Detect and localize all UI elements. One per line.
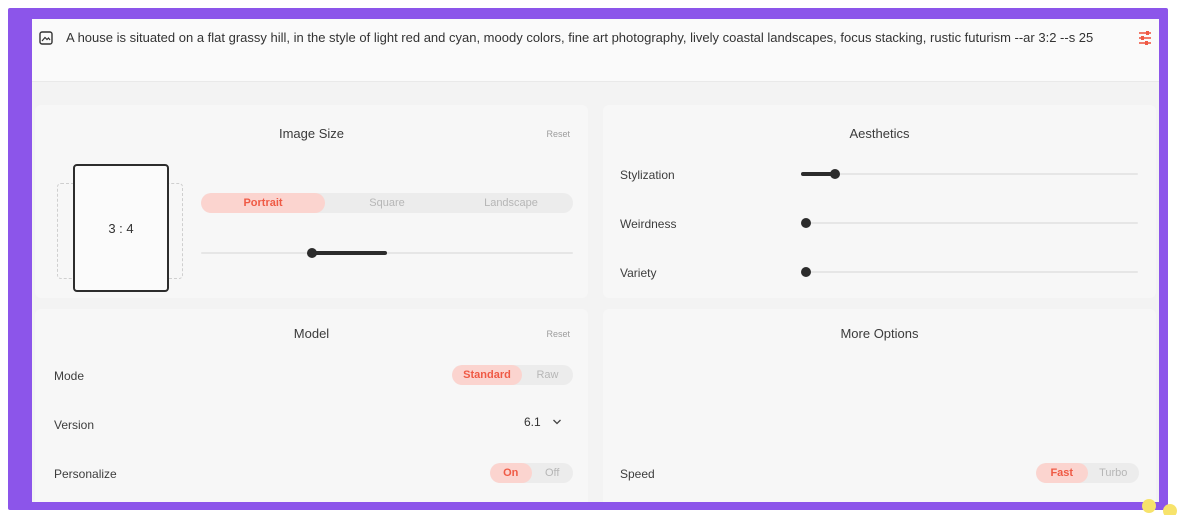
panel-title: Model	[293, 326, 330, 341]
more-options-panel: More Options Speed Fast Turbo	[603, 309, 1156, 502]
weirdness-handle[interactable]	[801, 218, 811, 228]
aesthetics-panel: Aesthetics Stylization Weirdness Variety	[603, 105, 1156, 298]
aspect-ratio-preview: 3 : 4	[73, 164, 169, 292]
settings-app: A house is situated on a flat grassy hil…	[32, 19, 1159, 502]
personalize-off[interactable]: Off	[532, 463, 574, 483]
speed-turbo[interactable]: Turbo	[1088, 463, 1140, 483]
variety-track[interactable]	[801, 271, 1138, 273]
personalize-on[interactable]: On	[490, 463, 532, 483]
aspect-ratio-label: 3 : 4	[108, 220, 134, 236]
version-label: Version	[54, 418, 95, 432]
orientation-square[interactable]: Square	[325, 193, 449, 213]
speed-fast[interactable]: Fast	[1036, 463, 1088, 483]
mode-selector: Standard Raw	[452, 365, 573, 385]
chevron-down-icon	[553, 419, 561, 425]
weirdness-label: Weirdness	[620, 217, 677, 231]
image-size-panel: Image Size Reset 3 : 4 Portrait Square L…	[35, 105, 588, 298]
ratio-slider-handle[interactable]	[307, 248, 317, 258]
reset-button[interactable]: Reset	[546, 129, 570, 139]
stylization-handle[interactable]	[830, 169, 840, 179]
sliders-icon[interactable]	[1137, 30, 1153, 46]
personalize-toggle: On Off	[490, 463, 573, 483]
mode-label: Mode	[54, 369, 85, 383]
prompt-text[interactable]: A house is situated on a flat grassy hil…	[66, 28, 1126, 47]
orientation-selector: Portrait Square Landscape	[201, 193, 573, 213]
image-icon	[39, 31, 53, 45]
ratio-slider-fill	[313, 251, 387, 255]
version-select[interactable]: 6.1	[524, 415, 562, 429]
reset-button[interactable]: Reset	[546, 329, 570, 339]
variety-handle[interactable]	[801, 267, 811, 277]
panel-title: Image Size	[278, 126, 345, 141]
panel-title: More Options	[840, 326, 919, 341]
mode-standard[interactable]: Standard	[452, 365, 522, 385]
orientation-landscape[interactable]: Landscape	[449, 193, 573, 213]
speed-toggle: Fast Turbo	[1036, 463, 1139, 483]
variety-label: Variety	[620, 266, 657, 280]
mode-raw[interactable]: Raw	[522, 365, 573, 385]
orientation-portrait[interactable]: Portrait	[201, 193, 325, 213]
version-value: 6.1	[524, 415, 541, 429]
speed-label: Speed	[620, 467, 655, 481]
stylization-track[interactable]	[801, 173, 1138, 175]
model-panel: Model Reset Mode Standard Raw Version 6.…	[35, 309, 588, 502]
ratio-slider-track[interactable]	[201, 252, 573, 254]
prompt-bar: A house is situated on a flat grassy hil…	[32, 19, 1159, 82]
stylization-label: Stylization	[620, 168, 675, 182]
panel-title: Aesthetics	[849, 126, 910, 141]
personalize-label: Personalize	[54, 467, 117, 481]
weirdness-track[interactable]	[801, 222, 1138, 224]
decorative-dots	[1142, 499, 1177, 515]
